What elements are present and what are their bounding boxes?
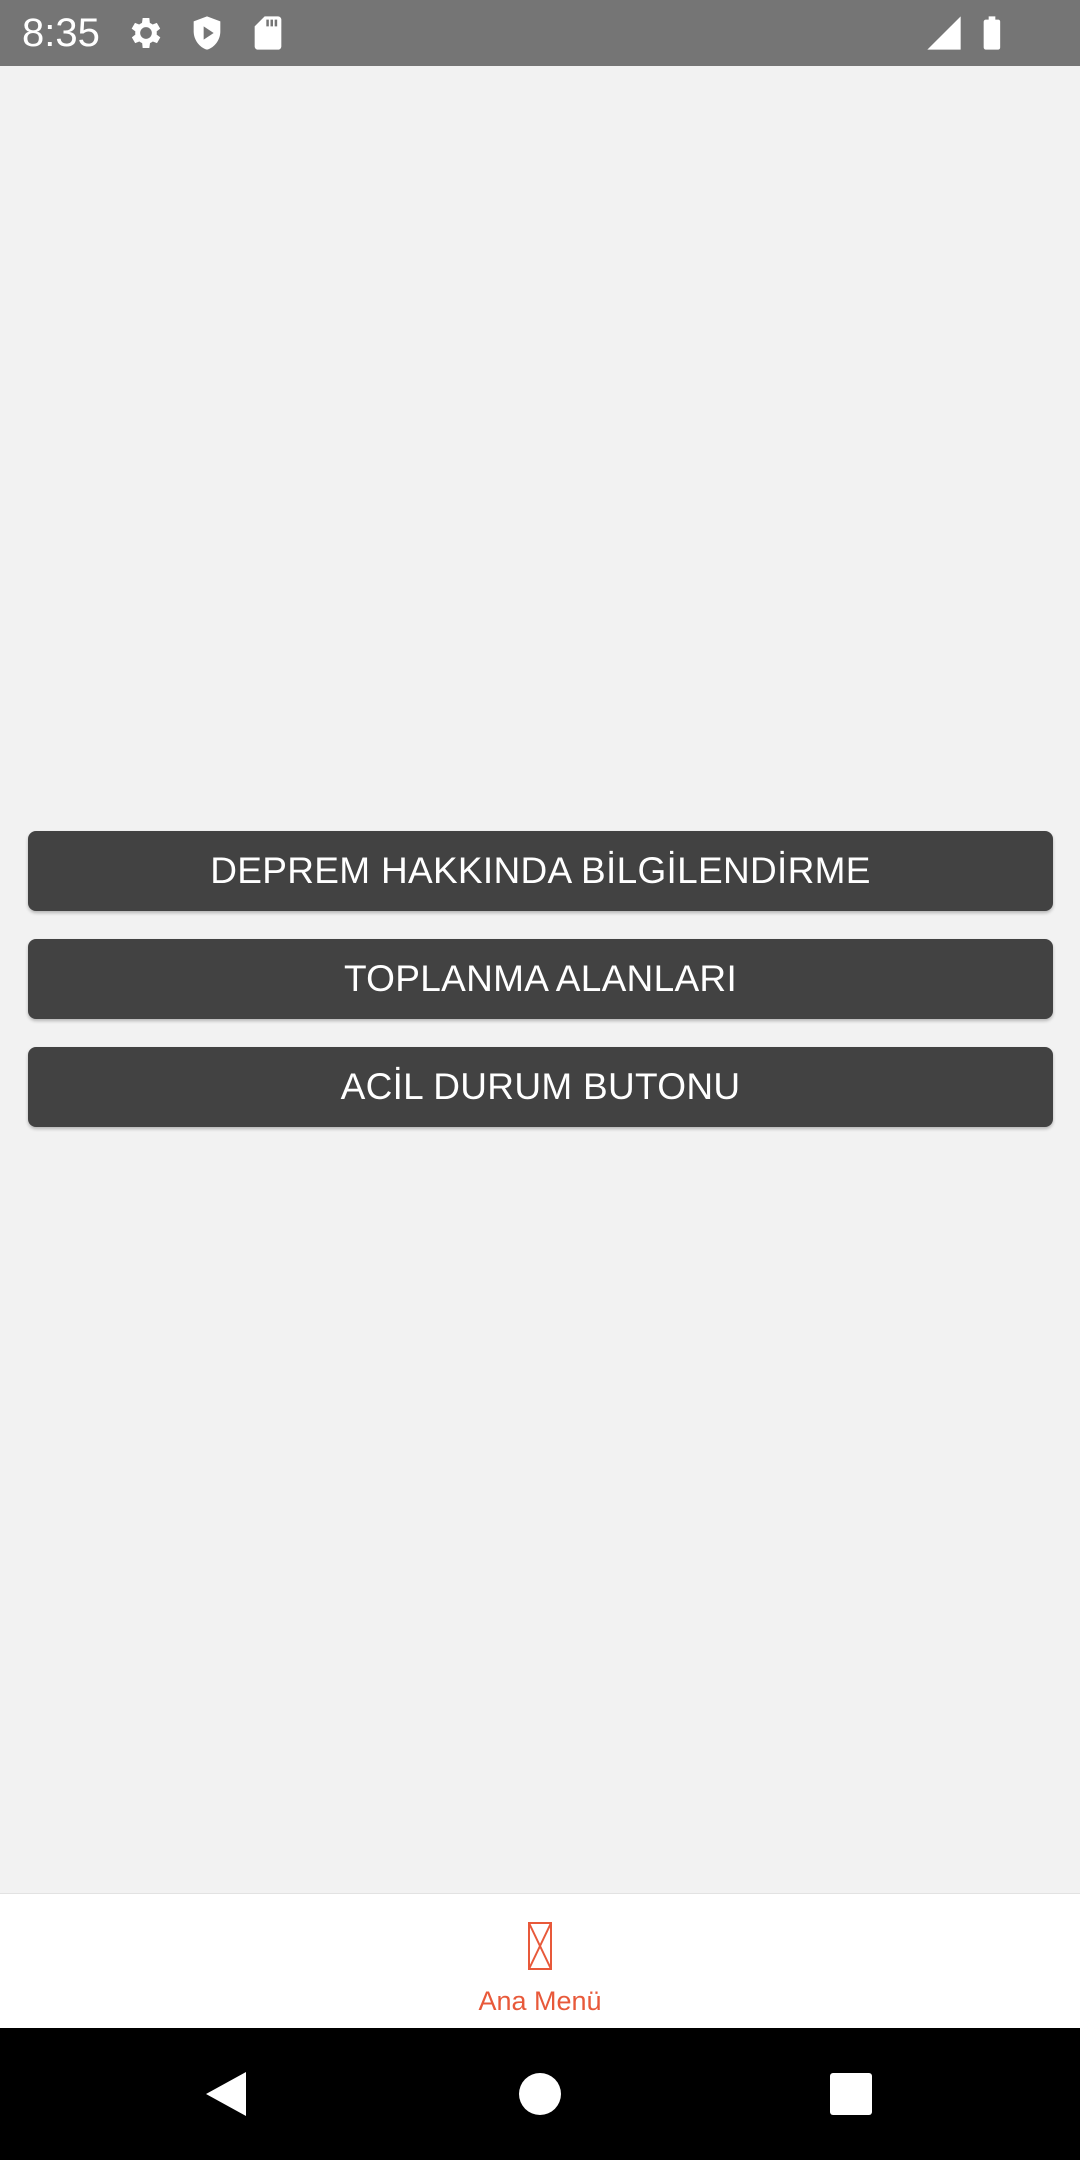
- recents-icon[interactable]: [821, 2064, 881, 2124]
- button-label: TOPLANMA ALANLARI: [343, 958, 738, 999]
- toplanma-alanlari-button[interactable]: TOPLANMA ALANLARI: [28, 939, 1053, 1019]
- gear-icon: [126, 13, 166, 53]
- back-icon[interactable]: [196, 2064, 256, 2124]
- home-icon[interactable]: [510, 2064, 570, 2124]
- app-screen: 8:35 DEPREM HAKKINDA BİLGİLENDİRME TOPLA…: [0, 0, 1080, 2160]
- button-label: ACİL DURUM BUTONU: [340, 1066, 741, 1107]
- tab-label: Ana Menü: [478, 1986, 602, 2016]
- button-label: DEPREM HAKKINDA BİLGİLENDİRME: [210, 850, 871, 891]
- tab-ana-menu[interactable]: Ana Menü: [440, 1894, 640, 2029]
- bottom-tab-bar: Ana Menü: [0, 1893, 1080, 2029]
- shield-play-icon: [187, 13, 227, 53]
- status-bar: 8:35: [0, 0, 1080, 66]
- deprem-bilgilendirme-button[interactable]: DEPREM HAKKINDA BİLGİLENDİRME: [28, 831, 1053, 911]
- battery-icon: [972, 13, 1012, 53]
- missing-glyph-icon: [527, 1921, 553, 1971]
- status-time: 8:35: [22, 11, 100, 55]
- sd-card-icon: [248, 13, 288, 53]
- acil-durum-button[interactable]: ACİL DURUM BUTONU: [28, 1047, 1053, 1127]
- signal-icon: [924, 13, 964, 53]
- system-nav-bar: [0, 2028, 1080, 2160]
